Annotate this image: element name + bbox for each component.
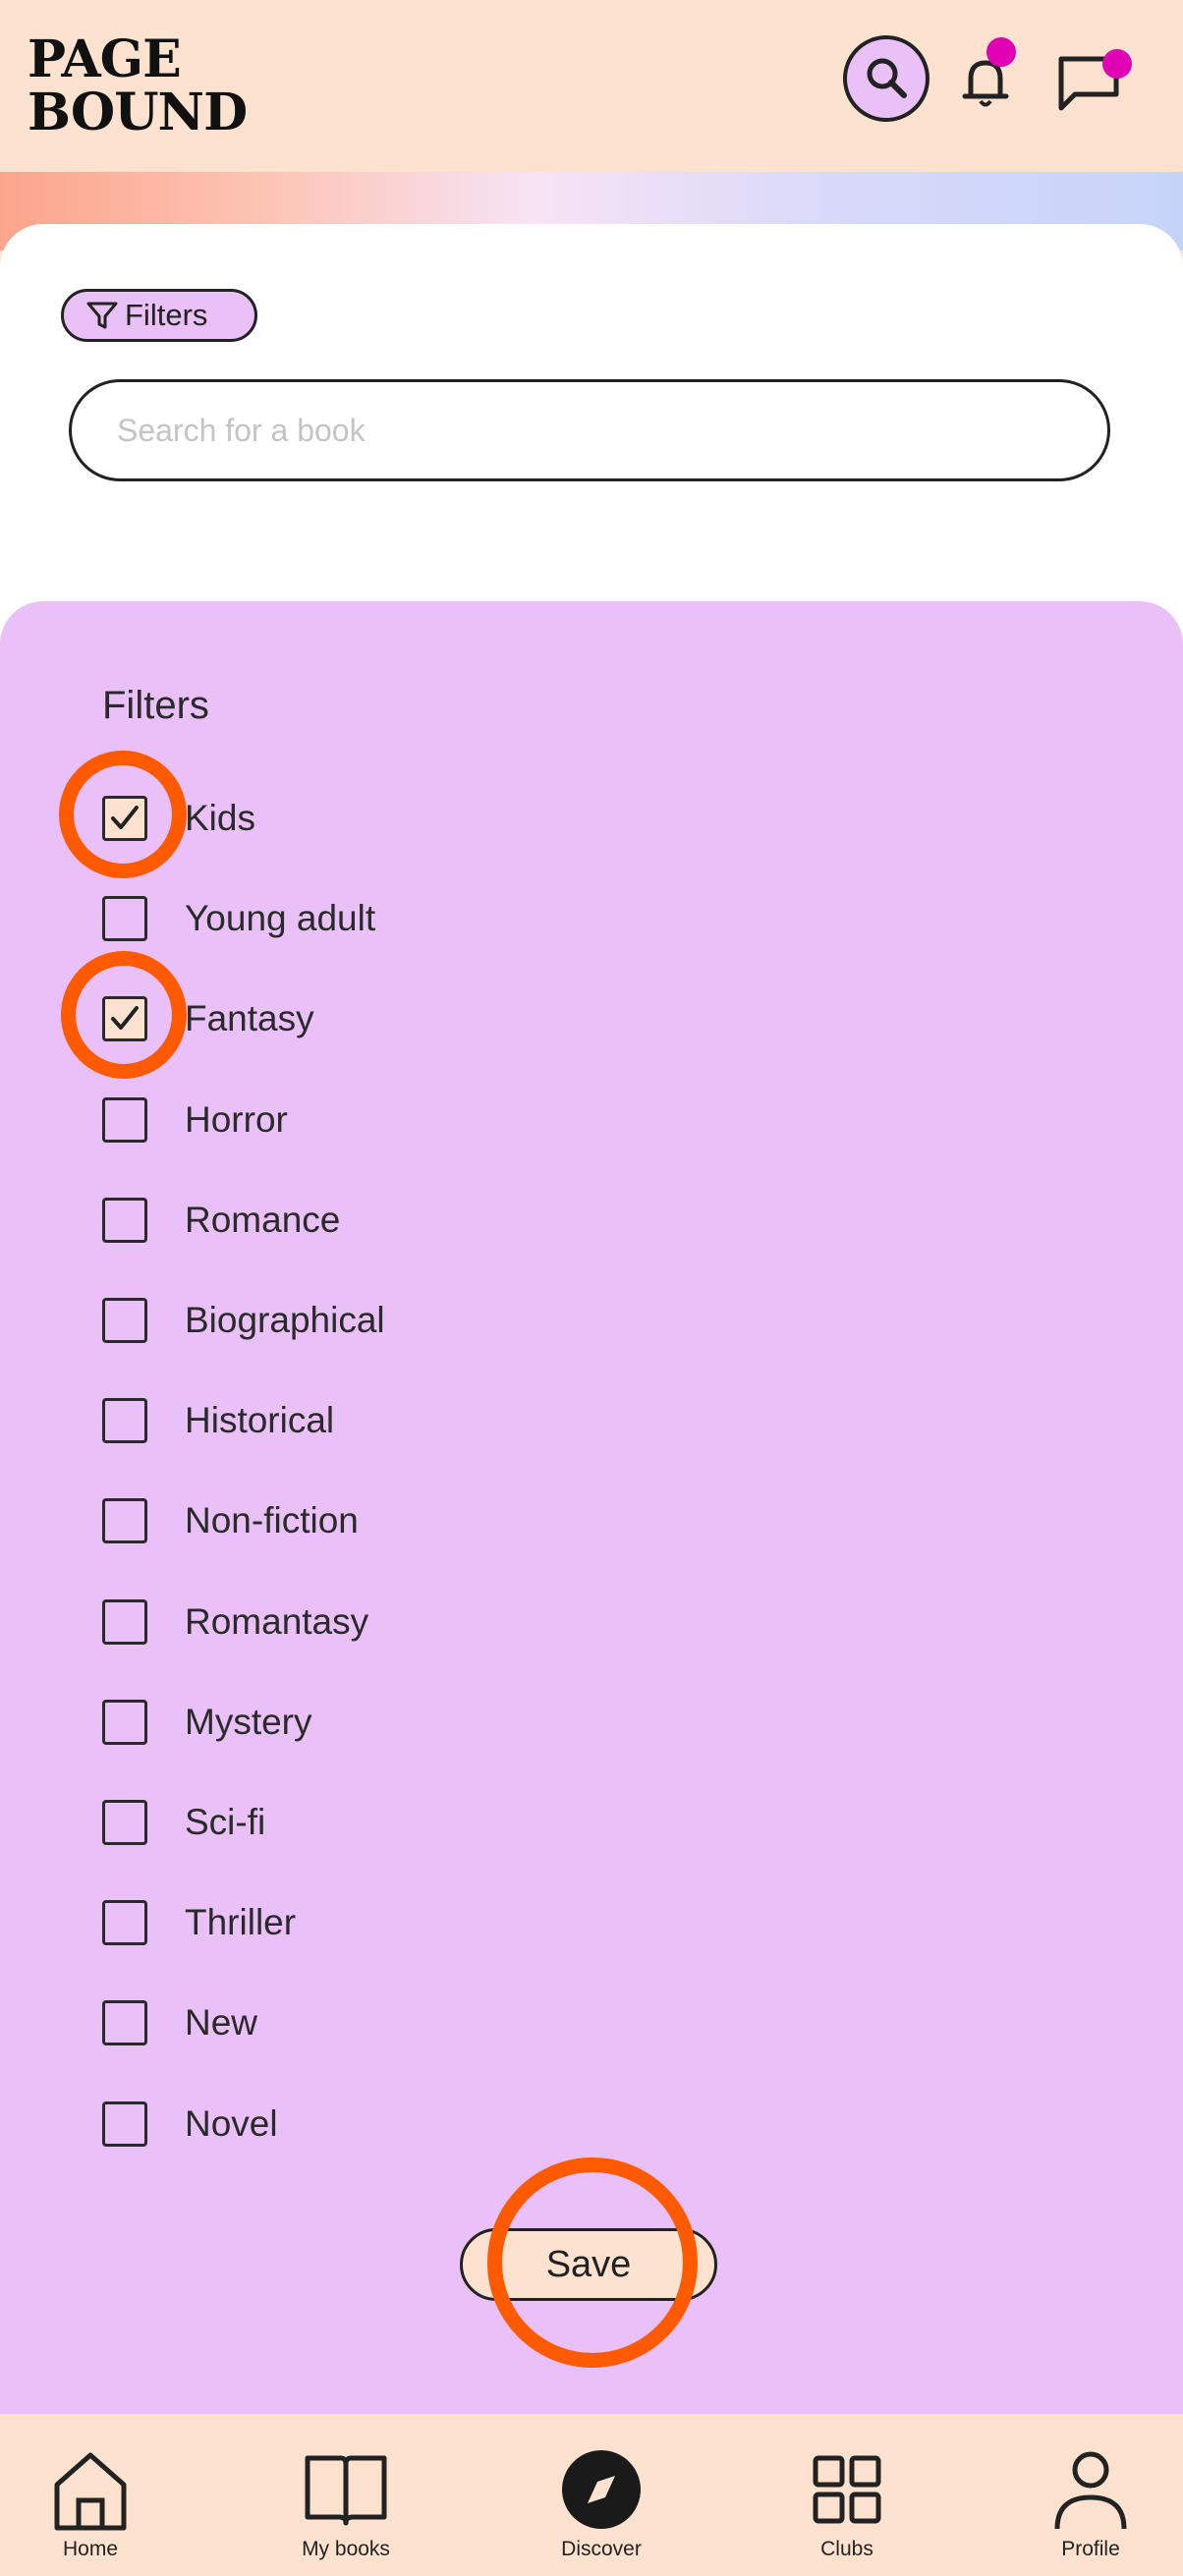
- filter-option-label: Biographical: [185, 1300, 385, 1340]
- filter-option[interactable]: Sci-fi: [102, 1798, 265, 1847]
- filters-chip-label: Filters: [125, 298, 208, 332]
- filter-checkbox[interactable]: [102, 1198, 147, 1243]
- filter-option[interactable]: Non-fiction: [102, 1496, 359, 1545]
- filter-option[interactable]: Horror: [102, 1095, 288, 1145]
- book-icon: [305, 2455, 387, 2526]
- search-icon: [867, 58, 907, 98]
- filter-checkbox[interactable]: [102, 1900, 147, 1945]
- filter-option[interactable]: New: [102, 1998, 257, 2047]
- filter-option[interactable]: Kids: [102, 794, 255, 843]
- filter-checkbox[interactable]: [102, 896, 147, 941]
- filter-option-label: Young adult: [185, 898, 376, 938]
- bottom-navigation: Home My books Discover Clubs Profile: [0, 2414, 1183, 2576]
- nav-item-discover[interactable]: Discover: [503, 2414, 700, 2576]
- filters-panel-title: Filters: [102, 684, 209, 727]
- save-button[interactable]: Save: [460, 2228, 717, 2301]
- checkmark-icon: [111, 806, 139, 829]
- filter-option-label: Romance: [185, 1200, 341, 1240]
- filter-checkbox[interactable]: [102, 1498, 147, 1543]
- filter-option-label: Kids: [185, 798, 255, 838]
- nav-item-home[interactable]: Home: [0, 2414, 189, 2576]
- nav-label-clubs: Clubs: [820, 2538, 873, 2560]
- filter-option[interactable]: Young adult: [102, 894, 375, 943]
- search-button[interactable]: [843, 35, 930, 122]
- message-badge: [1102, 49, 1132, 79]
- filter-checkbox[interactable]: [102, 2101, 147, 2147]
- search-input[interactable]: [72, 382, 1107, 478]
- notification-badge: [986, 37, 1016, 67]
- filter-option-label: Romantasy: [185, 1601, 369, 1642]
- nav-item-clubs[interactable]: Clubs: [749, 2414, 945, 2576]
- logo-line-1: PAGE: [28, 29, 182, 89]
- nav-item-my-books[interactable]: My books: [248, 2414, 444, 2576]
- nav-item-profile[interactable]: Profile: [992, 2414, 1183, 2576]
- logo-line-2: BOUND: [28, 83, 248, 142]
- messages-button[interactable]: [1053, 45, 1132, 120]
- filter-option-label: Horror: [185, 1099, 288, 1140]
- filter-option-label: Sci-fi: [185, 1802, 266, 1842]
- compass-icon: [562, 2450, 641, 2529]
- filter-option[interactable]: Romance: [102, 1196, 340, 1245]
- filter-option-label: Novel: [185, 2103, 278, 2144]
- grid-icon: [813, 2455, 881, 2524]
- filter-checkbox[interactable]: [102, 1398, 147, 1443]
- nav-label-my-books: My books: [302, 2538, 390, 2560]
- checkmark-icon: [111, 1006, 139, 1030]
- notifications-button[interactable]: [951, 37, 1020, 116]
- person-icon: [1054, 2451, 1127, 2530]
- filter-option[interactable]: Biographical: [102, 1296, 385, 1345]
- filter-option[interactable]: Fantasy: [102, 994, 314, 1043]
- filter-option-label: Historical: [185, 1400, 335, 1440]
- filter-checkbox[interactable]: [102, 996, 147, 1041]
- funnel-icon: [86, 302, 118, 329]
- nav-label-profile: Profile: [1061, 2538, 1120, 2560]
- filter-option[interactable]: Thriller: [102, 1898, 296, 1947]
- nav-label-home: Home: [62, 2538, 119, 2560]
- filter-checkbox[interactable]: [102, 1599, 147, 1645]
- filter-checkbox[interactable]: [102, 2000, 147, 2045]
- filter-checkbox[interactable]: [102, 1800, 147, 1845]
- filter-option-label: New: [185, 2002, 258, 2043]
- filter-option[interactable]: Mystery: [102, 1698, 312, 1747]
- filter-option-label: Non-fiction: [185, 1500, 359, 1540]
- filter-option[interactable]: Novel: [102, 2100, 278, 2149]
- nav-label-discover: Discover: [561, 2538, 642, 2560]
- filter-option[interactable]: Romantasy: [102, 1597, 368, 1647]
- filter-checkbox[interactable]: [102, 1298, 147, 1343]
- filter-option-label: Mystery: [185, 1702, 312, 1742]
- filter-checkbox[interactable]: [102, 1097, 147, 1143]
- filter-option-label: Thriller: [185, 1902, 297, 1942]
- filter-checkbox[interactable]: [102, 796, 147, 841]
- home-icon: [54, 2452, 127, 2531]
- search-box: [69, 379, 1110, 481]
- filter-option-label: Fantasy: [185, 998, 314, 1038]
- app-header: PAGE BOUND: [0, 0, 1183, 172]
- filter-option[interactable]: Historical: [102, 1396, 334, 1445]
- filter-checkbox[interactable]: [102, 1700, 147, 1745]
- app-logo[interactable]: PAGE BOUND: [28, 29, 248, 142]
- filters-chip-button[interactable]: Filters: [61, 289, 257, 342]
